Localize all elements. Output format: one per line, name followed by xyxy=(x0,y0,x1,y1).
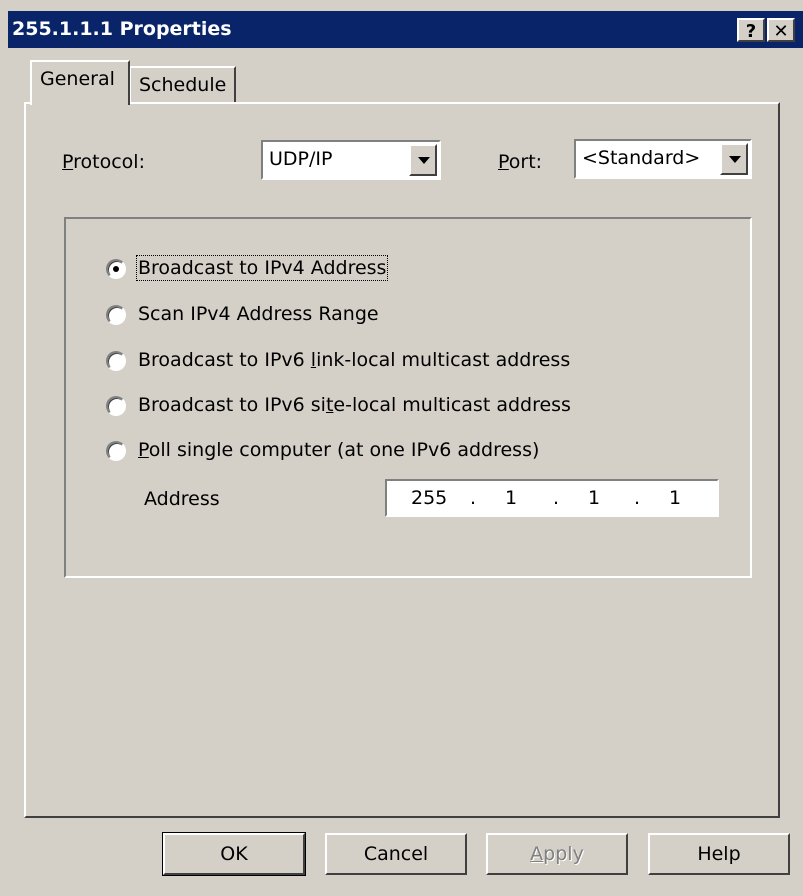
radio-label: Scan IPv4 Address Range xyxy=(138,303,379,325)
protocol-dropdown[interactable]: UDP/IP xyxy=(261,140,441,180)
radio-label: Broadcast to IPv4 Address xyxy=(135,255,389,281)
radio-label: Broadcast to IPv6 site-local multicast a… xyxy=(138,394,571,416)
protocol-value: UDP/IP xyxy=(269,148,333,170)
ip-octet-1[interactable]: 255 xyxy=(411,487,447,509)
port-value: <Standard> xyxy=(582,147,701,169)
radio-label: Broadcast to IPv6 link-local multicast a… xyxy=(138,349,571,371)
ip-octet-3[interactable]: 1 xyxy=(588,487,600,509)
radio-button[interactable] xyxy=(106,396,126,416)
ip-octet-4[interactable]: 1 xyxy=(669,487,681,509)
radio-button[interactable] xyxy=(106,305,126,325)
radio-button-checked[interactable] xyxy=(106,259,126,279)
ip-dot: . xyxy=(634,487,641,509)
radio-button[interactable] xyxy=(106,351,126,371)
properties-dialog: 255.1.1.1 Properties ? ✕ General Schedul… xyxy=(0,0,803,896)
ip-address-field[interactable]: 255 . 1 . 1 . 1 xyxy=(385,479,719,517)
chevron-down-icon[interactable] xyxy=(409,144,437,176)
radio-button[interactable] xyxy=(106,441,126,461)
ip-octet-2[interactable]: 1 xyxy=(505,487,517,509)
port-label: Port: xyxy=(498,151,543,173)
protocol-label: Protocol: xyxy=(62,151,145,173)
address-label: Address xyxy=(144,488,220,510)
chevron-down-icon[interactable] xyxy=(720,143,748,175)
ip-dot: . xyxy=(470,487,477,509)
port-dropdown[interactable]: <Standard> xyxy=(574,139,752,179)
ip-dot: . xyxy=(553,487,560,509)
radio-label: Poll single computer (at one IPv6 addres… xyxy=(138,439,540,461)
